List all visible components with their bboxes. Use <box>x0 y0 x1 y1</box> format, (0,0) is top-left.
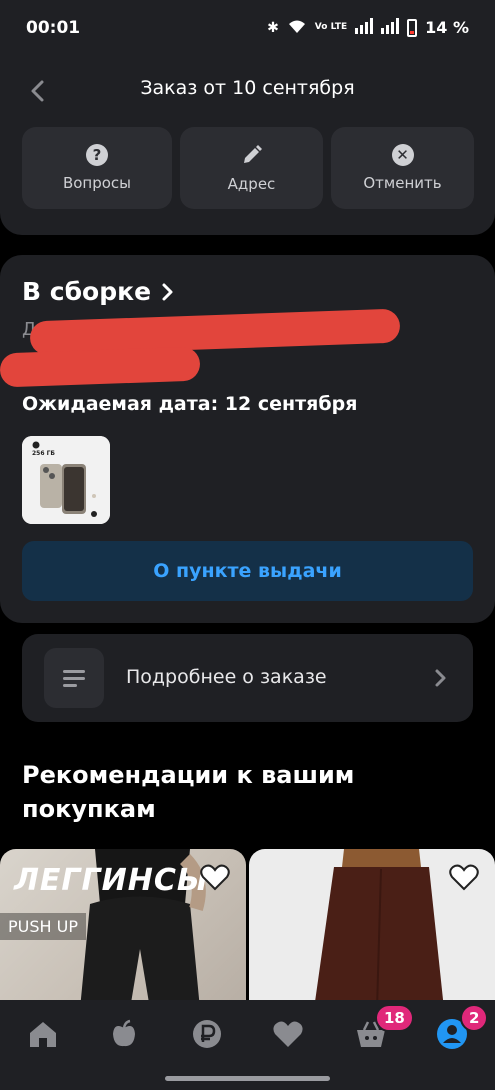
home-indicator[interactable] <box>165 1076 330 1081</box>
signal-icon <box>355 17 374 38</box>
clock: 00:01 <box>26 17 81 38</box>
status-title-text: В сборке <box>22 277 152 306</box>
product-card-jeans[interactable] <box>249 849 495 1009</box>
close-icon: ✕ <box>391 144 414 166</box>
product-thumbnail[interactable]: 256 ГБ <box>22 436 110 524</box>
product-headline: ЛЕГГИНСЫ <box>14 863 209 898</box>
redaction-mark-2 <box>0 346 201 388</box>
questions-button[interactable]: ? Вопросы <box>22 127 172 209</box>
order-actions: ? Вопросы Адрес ✕ Отменить <box>22 127 474 209</box>
favorite-heart-icon[interactable] <box>200 863 230 891</box>
address-button[interactable]: Адрес <box>180 127 323 209</box>
profile-notification-badge: 2 <box>460 1004 489 1032</box>
favorites-heart-icon[interactable] <box>272 1018 304 1050</box>
chevron-right-icon <box>162 283 173 300</box>
battery-percent: 14 % <box>425 18 469 37</box>
wifi-icon <box>287 18 307 38</box>
chevron-right-icon <box>435 669 446 687</box>
pencil-icon <box>243 145 262 163</box>
details-label: Подробнее о заказе <box>126 666 327 688</box>
questions-label: Вопросы <box>62 174 132 192</box>
recommendations-title: Рекомендации к вашим покупкам <box>22 761 355 823</box>
volte-indicator: Vo LTE <box>314 22 348 32</box>
cancel-label: Отменить <box>363 174 442 192</box>
storage-label: 256 ГБ <box>32 450 56 457</box>
question-icon: ? <box>86 144 108 166</box>
product-card-leggings[interactable]: ЛЕГГИНСЫ PUSH UP <box>0 849 246 1009</box>
battery-icon <box>407 18 418 37</box>
expected-date: Ожидаемая дата: 12 сентября <box>22 393 358 415</box>
order-status-card: В сборке Дост Ожидаемая дата: 12 сентябр… <box>0 255 495 623</box>
bluetooth-icon: ✱ <box>267 19 279 36</box>
push-up-badge: PUSH UP <box>0 913 86 940</box>
ruble-icon[interactable] <box>191 1018 223 1050</box>
page-title: Заказ от 10 сентября <box>140 77 355 99</box>
status-bar: 00:01 ✱ Vo LTE 14 % <box>0 0 495 55</box>
home-icon[interactable] <box>27 1018 59 1050</box>
catalog-apple-icon[interactable] <box>108 1018 140 1050</box>
address-label: Адрес <box>227 175 276 193</box>
order-header: Заказ от 10 сентября ? Вопросы Адрес ✕ О… <box>0 55 495 235</box>
favorite-heart-icon[interactable] <box>449 863 479 891</box>
pickup-point-button[interactable]: О пункте выдачи <box>22 541 473 601</box>
status-icons: ✱ Vo LTE 14 % <box>267 17 469 38</box>
redaction-mark <box>29 308 401 356</box>
list-icon <box>44 648 104 708</box>
cart-count-badge: 18 <box>375 1004 414 1032</box>
order-details-row[interactable]: Подробнее о заказе <box>22 634 473 722</box>
cancel-order-button[interactable]: ✕ Отменить <box>331 127 474 209</box>
status-title[interactable]: В сборке <box>22 277 175 306</box>
signal-icon-2 <box>381 17 400 38</box>
